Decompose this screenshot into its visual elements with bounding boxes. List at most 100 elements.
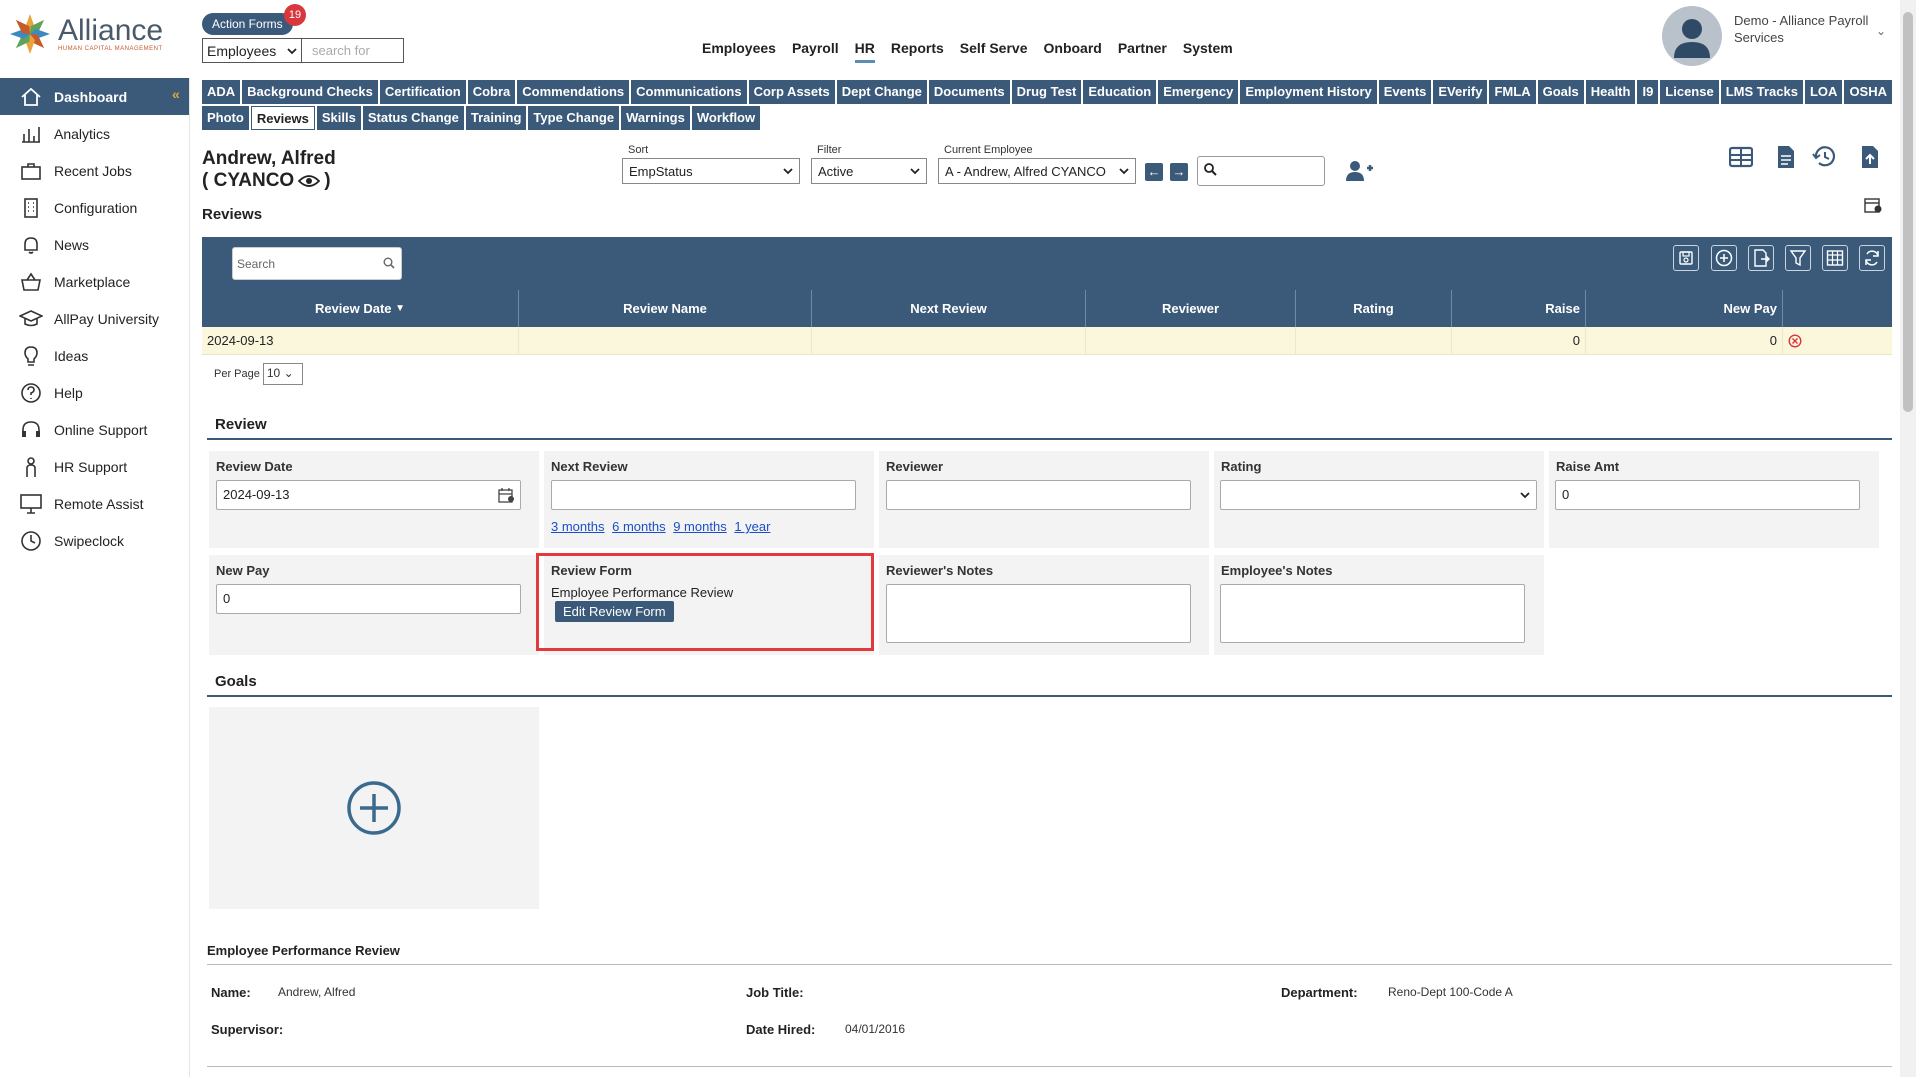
tab-ada[interactable]: ADA [202, 80, 241, 104]
alliance-logo[interactable]: Alliance HUMAN CAPITAL MANAGEMENT [6, 10, 163, 58]
next-review-input[interactable] [551, 480, 856, 510]
review-date-input[interactable]: 2024-09-13 [216, 480, 521, 510]
previous-employee-button[interactable]: ← [1145, 163, 1163, 181]
cell-next-review[interactable] [812, 327, 1086, 354]
sidebar-item-help[interactable]: Help [0, 374, 189, 411]
calendar-icon[interactable] [498, 487, 514, 503]
tab-training[interactable]: Training [465, 106, 527, 130]
employee-search-input[interactable] [1197, 156, 1325, 186]
history-icon[interactable] [1812, 145, 1838, 172]
tab-fmla[interactable]: FMLA [1489, 80, 1536, 104]
cell-reviewer[interactable] [1086, 327, 1296, 354]
tab-reviews[interactable]: Reviews [250, 106, 315, 130]
export-icon[interactable] [1748, 245, 1774, 271]
tab-loa[interactable]: LOA [1804, 80, 1843, 104]
nav-onboard[interactable]: Onboard [1044, 40, 1102, 63]
column-header-review-name[interactable]: Review Name [519, 290, 812, 327]
nav-partner[interactable]: Partner [1118, 40, 1167, 63]
nav-self-serve[interactable]: Self Serve [960, 40, 1028, 63]
tab-osha[interactable]: OSHA [1844, 80, 1892, 104]
tab-type-change[interactable]: Type Change [528, 106, 620, 130]
tab-drug-test[interactable]: Drug Test [1011, 80, 1082, 104]
next-review-6-months-link[interactable]: 6 months [612, 519, 665, 534]
per-page-select[interactable]: 10 ⌄ [262, 363, 303, 385]
grid-search-input[interactable]: Search [232, 247, 402, 280]
sidebar-item-news[interactable]: News [0, 226, 189, 263]
cell-review-name[interactable] [519, 327, 812, 354]
sidebar-item-dashboard[interactable]: Dashboard « [0, 78, 189, 115]
next-review-3-months-link[interactable]: 3 months [551, 519, 604, 534]
next-review-1-year-link[interactable]: 1 year [734, 519, 770, 534]
rating-select[interactable] [1220, 480, 1537, 510]
reviewer-notes-textarea[interactable] [886, 584, 1191, 643]
delete-row-icon[interactable] [1788, 333, 1802, 348]
employee-notes-textarea[interactable] [1220, 584, 1525, 643]
nav-reports[interactable]: Reports [891, 40, 944, 63]
sidebar-item-configuration[interactable]: Configuration [0, 189, 189, 226]
header-search-input[interactable]: search for [302, 38, 404, 63]
add-employee-icon[interactable] [1344, 159, 1374, 186]
add-record-icon[interactable] [1711, 245, 1737, 271]
tab-photo[interactable]: Photo [202, 106, 249, 130]
save-grid-icon[interactable] [1673, 245, 1699, 271]
action-forms-button[interactable]: Action Forms [202, 13, 293, 35]
tab-everify[interactable]: EVerify [1433, 80, 1488, 104]
eye-icon[interactable] [298, 174, 321, 188]
document-icon[interactable] [1776, 145, 1796, 172]
tab-events[interactable]: Events [1378, 80, 1432, 104]
sort-select[interactable]: EmpStatus [622, 158, 800, 184]
raise-amt-input[interactable]: 0 [1555, 480, 1860, 510]
columns-icon[interactable] [1822, 245, 1848, 271]
sidebar-item-analytics[interactable]: Analytics [0, 115, 189, 152]
column-header-rating[interactable]: Rating [1296, 290, 1452, 327]
tab-skills[interactable]: Skills [316, 106, 361, 130]
sidebar-item-remote-assist[interactable]: Remote Assist [0, 485, 189, 522]
sidebar-item-marketplace[interactable]: Marketplace [0, 263, 189, 300]
module-select[interactable]: Employees [202, 38, 302, 63]
nav-hr[interactable]: HR [854, 40, 875, 63]
column-header-raise[interactable]: Raise [1452, 290, 1586, 327]
calendar-settings-icon[interactable] [1864, 197, 1882, 216]
next-employee-button[interactable]: → [1170, 163, 1188, 181]
nav-payroll[interactable]: Payroll [792, 40, 839, 63]
reviewer-input[interactable] [886, 480, 1191, 510]
cell-new-pay[interactable]: 0 [1586, 327, 1783, 354]
add-goal-icon[interactable] [346, 780, 402, 836]
tab-communications[interactable]: Communications [631, 80, 747, 104]
tab-cobra[interactable]: Cobra [467, 80, 516, 104]
collapse-sidebar-icon[interactable]: « [172, 86, 180, 102]
tab-background-checks[interactable]: Background Checks [242, 80, 378, 104]
tab-certification[interactable]: Certification [379, 80, 466, 104]
tab-warnings[interactable]: Warnings [621, 106, 690, 130]
sidebar-item-hr-support[interactable]: HR Support [0, 448, 189, 485]
tab-documents[interactable]: Documents [928, 80, 1010, 104]
add-goal-card[interactable] [209, 707, 539, 909]
tab-education[interactable]: Education [1083, 80, 1157, 104]
sidebar-item-swipeclock[interactable]: Swipeclock [0, 522, 189, 559]
grid-view-icon[interactable] [1728, 146, 1754, 171]
refresh-icon[interactable] [1859, 245, 1885, 271]
sidebar-item-recent-jobs[interactable]: Recent Jobs [0, 152, 189, 189]
column-header-review-date[interactable]: Review Date ▼ [202, 290, 519, 327]
tab-employment-history[interactable]: Employment History [1240, 80, 1377, 104]
tab-lms-tracks[interactable]: LMS Tracks [1720, 80, 1803, 104]
chevron-down-icon[interactable]: ⌄ [1876, 24, 1886, 38]
tab-health[interactable]: Health [1585, 80, 1636, 104]
sidebar-item-allpay-university[interactable]: AllPay University [0, 300, 189, 337]
column-header-reviewer[interactable]: Reviewer [1086, 290, 1296, 327]
tab-corp-assets[interactable]: Corp Assets [748, 80, 835, 104]
tab-goals[interactable]: Goals [1537, 80, 1584, 104]
tab-workflow[interactable]: Workflow [691, 106, 761, 130]
cell-raise[interactable]: 0 [1452, 327, 1586, 354]
user-avatar[interactable] [1662, 6, 1722, 66]
next-review-9-months-link[interactable]: 9 months [673, 519, 726, 534]
cell-review-date[interactable]: 2024-09-13 [202, 327, 519, 354]
filter-icon[interactable] [1785, 245, 1811, 271]
nav-system[interactable]: System [1183, 40, 1233, 63]
new-pay-input[interactable]: 0 [216, 584, 521, 614]
scrollbar-thumb[interactable] [1903, 12, 1913, 412]
cell-rating[interactable] [1296, 327, 1452, 354]
filter-select[interactable]: Active [811, 158, 927, 184]
tab-commendations[interactable]: Commendations [517, 80, 630, 104]
upload-file-icon[interactable] [1860, 145, 1880, 172]
